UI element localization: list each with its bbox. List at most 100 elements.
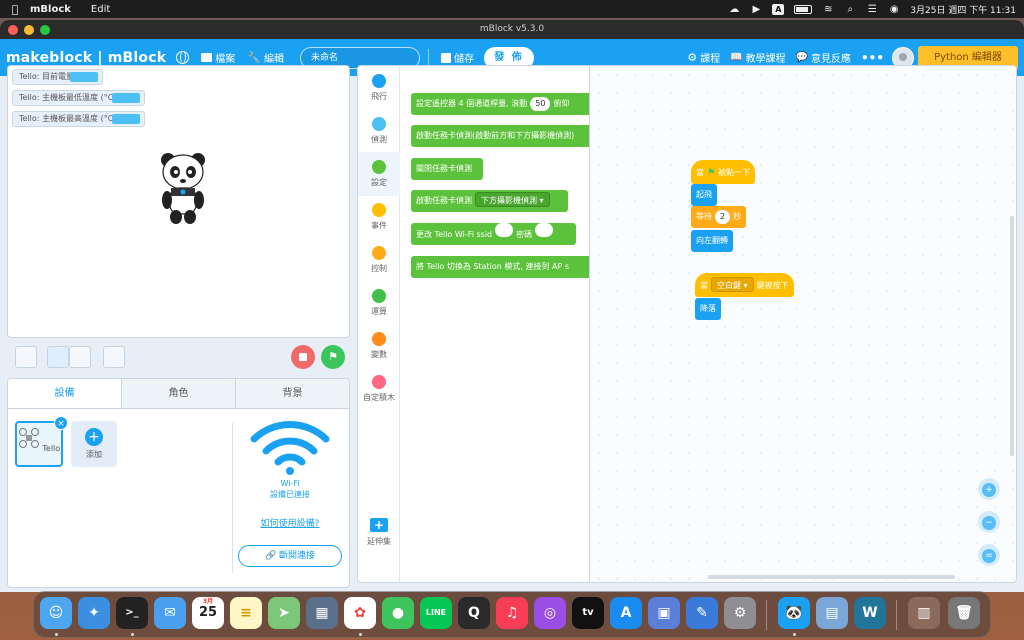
- battery-icon[interactable]: [794, 4, 813, 14]
- wordpress-icon[interactable]: W: [854, 597, 886, 629]
- safari-icon[interactable]: ✦: [78, 597, 110, 629]
- stop-button[interactable]: [291, 345, 315, 369]
- messages-icon[interactable]: ●: [382, 597, 414, 629]
- when-key-pressed-block[interactable]: 當空白鍵 ▾ 鍵被按下: [695, 273, 794, 297]
- mblock-app-icon[interactable]: 🐼: [778, 597, 810, 629]
- zoom-reset-button[interactable]: =: [978, 544, 1000, 566]
- extensions-button[interactable]: + 延伸集: [358, 518, 400, 547]
- wait-block[interactable]: 等待 2 秒: [691, 206, 747, 228]
- category-my-blocks[interactable]: 自定積木: [358, 375, 400, 415]
- vertical-scrollbar[interactable]: [1010, 216, 1014, 456]
- block-change-wifi[interactable]: 更改 Tello Wi-Fi ssid 密碼: [411, 223, 576, 245]
- line-icon[interactable]: LINE: [420, 597, 452, 629]
- horizontal-scrollbar[interactable]: [708, 575, 955, 579]
- play-icon[interactable]: ▶: [750, 4, 762, 15]
- block-station-mode[interactable]: 將 Tello 切換為 Station 模式, 連接到 AP s: [411, 256, 589, 278]
- system-preferences-icon[interactable]: ⚙: [724, 597, 756, 629]
- category-variables[interactable]: 變數: [358, 332, 400, 372]
- min-temp-monitor[interactable]: Tello: 主機板最低溫度 (°C): [12, 90, 146, 106]
- takeoff-block[interactable]: 起飛: [691, 184, 717, 206]
- when-flag-clicked-block[interactable]: 當 ⚑ 被點一下: [691, 160, 756, 184]
- quicktime-icon[interactable]: Q: [458, 597, 490, 629]
- spotlight-search-icon[interactable]: ⌕: [844, 4, 856, 15]
- preview-icon[interactable]: ▦: [306, 597, 338, 629]
- remove-device-button[interactable]: ×: [54, 416, 68, 430]
- input-source-icon[interactable]: A: [772, 3, 785, 15]
- close-window-button[interactable]: [8, 25, 18, 35]
- menu-edit[interactable]: Edit: [91, 4, 110, 15]
- password-input[interactable]: [535, 223, 554, 237]
- green-flag-button[interactable]: ⚑: [321, 345, 345, 369]
- tab-devices[interactable]: 設備: [8, 379, 122, 408]
- feedback-button[interactable]: 💬 意見反應: [796, 50, 851, 65]
- small-stage-button[interactable]: [69, 346, 91, 368]
- maximize-window-button[interactable]: [40, 25, 50, 35]
- tab-sprites[interactable]: 角色: [122, 379, 236, 408]
- save-button[interactable]: 儲存: [440, 50, 474, 65]
- menu-app-name[interactable]: mBlock: [30, 4, 71, 15]
- cloud-icon[interactable]: ☁: [728, 4, 740, 15]
- finder-icon[interactable]: ☺: [40, 597, 72, 629]
- panda-sprite[interactable]: [158, 150, 208, 226]
- category-sensing[interactable]: 偵測: [358, 117, 400, 157]
- music-icon[interactable]: ♫: [496, 597, 528, 629]
- max-temp-monitor[interactable]: Tello: 主機板最高溫度 (°C): [12, 111, 146, 127]
- category-control[interactable]: 控制: [358, 246, 400, 286]
- language-globe-icon[interactable]: [176, 51, 190, 64]
- camera-dropdown[interactable]: 下方攝影機偵測 ▾: [475, 192, 550, 207]
- how-to-use-link[interactable]: 如何使用設備?: [240, 516, 340, 529]
- block-input[interactable]: 50: [530, 97, 551, 111]
- stage-panel[interactable]: Tello: 目前電量 Tello: 主機板最低溫度 (°C) Tello: 主…: [7, 65, 350, 338]
- flip-left-block[interactable]: 向左翻轉: [691, 230, 733, 252]
- category-operators[interactable]: 運算: [358, 289, 400, 329]
- courses-button[interactable]: ⚙ 課程: [687, 50, 720, 65]
- control-center-icon[interactable]: ☰: [866, 4, 878, 15]
- pencil-app-icon[interactable]: ✎: [686, 597, 718, 629]
- tutorials-button[interactable]: 📖 教學課程: [730, 50, 785, 65]
- land-block[interactable]: 降落: [695, 298, 721, 320]
- key-dropdown[interactable]: 空白鍵 ▾: [711, 277, 754, 292]
- photos-icon[interactable]: ✿: [344, 597, 376, 629]
- grid-view-button[interactable]: [103, 346, 125, 368]
- maps-icon[interactable]: ➤: [268, 597, 300, 629]
- terminal-icon[interactable]: >_: [116, 597, 148, 629]
- device-card-tello[interactable]: Tello ×: [15, 416, 68, 467]
- wait-seconds-input[interactable]: 2: [715, 210, 731, 224]
- disconnect-button[interactable]: 🔗 斷開連接: [238, 545, 342, 567]
- trash-icon[interactable]: 🗑: [948, 597, 980, 629]
- apple-logo-icon[interactable]: : [0, 3, 30, 16]
- block-enable-mission-pad-both[interactable]: 啟動任務卡偵測(啟動前方和下方攝影機偵測): [411, 125, 589, 147]
- zoom-out-button[interactable]: −: [978, 511, 1000, 533]
- device-panel: 設備 角色 背景 Tello × + 添加 Wi-Fi 設備已連接 如何使用設備…: [7, 378, 350, 588]
- wifi-status-icon[interactable]: ≋: [822, 4, 834, 15]
- tab-backdrops[interactable]: 背景: [236, 379, 349, 408]
- zoom-in-button[interactable]: +: [978, 478, 1000, 500]
- notes-icon[interactable]: ≡: [230, 597, 262, 629]
- app-store-icon[interactable]: A: [610, 597, 642, 629]
- category-events[interactable]: 事件: [358, 203, 400, 243]
- document-icon[interactable]: ▤: [816, 597, 848, 629]
- ssid-input[interactable]: [495, 223, 514, 237]
- file-menu[interactable]: 檔案: [201, 50, 235, 65]
- image-capture-icon[interactable]: ▣: [648, 597, 680, 629]
- fullscreen-button[interactable]: [15, 346, 37, 368]
- block-disable-mission-pad[interactable]: 關閉任務卡偵測: [411, 158, 483, 180]
- podcasts-icon[interactable]: ◎: [534, 597, 566, 629]
- downloads-stack-icon[interactable]: ▥: [908, 597, 940, 629]
- add-device-button[interactable]: + 添加: [71, 421, 117, 467]
- block-enable-mission-pad[interactable]: 啟動任務卡偵測 下方攝影機偵測 ▾: [411, 190, 568, 212]
- calendar-icon[interactable]: 3月 25: [192, 597, 224, 629]
- block-set-rc-channels[interactable]: 設定遙控器 4 個通道桿量, 滾動 50 俯仰: [411, 93, 589, 115]
- battery-monitor[interactable]: Tello: 目前電量: [12, 69, 104, 85]
- category-settings[interactable]: 設定: [358, 152, 400, 196]
- apple-tv-icon[interactable]: tv: [572, 597, 604, 629]
- more-options-icon[interactable]: •••: [861, 51, 884, 65]
- script-area[interactable]: 當 ⚑ 被點一下 起飛 等待 2 秒 向左翻轉 當空白鍵 ▾ 鍵被按下 降落 + − =: [590, 65, 1017, 583]
- edit-menu[interactable]: 🔧 編輯: [247, 50, 284, 65]
- minimize-window-button[interactable]: [24, 25, 34, 35]
- large-stage-button[interactable]: [47, 346, 69, 368]
- siri-icon[interactable]: ◉: [888, 4, 900, 15]
- menu-bar-clock[interactable]: 3月25日 週四 下午 11:31: [910, 3, 1016, 16]
- category-flight[interactable]: 飛行: [358, 74, 400, 114]
- mail-icon[interactable]: ✉: [154, 597, 186, 629]
